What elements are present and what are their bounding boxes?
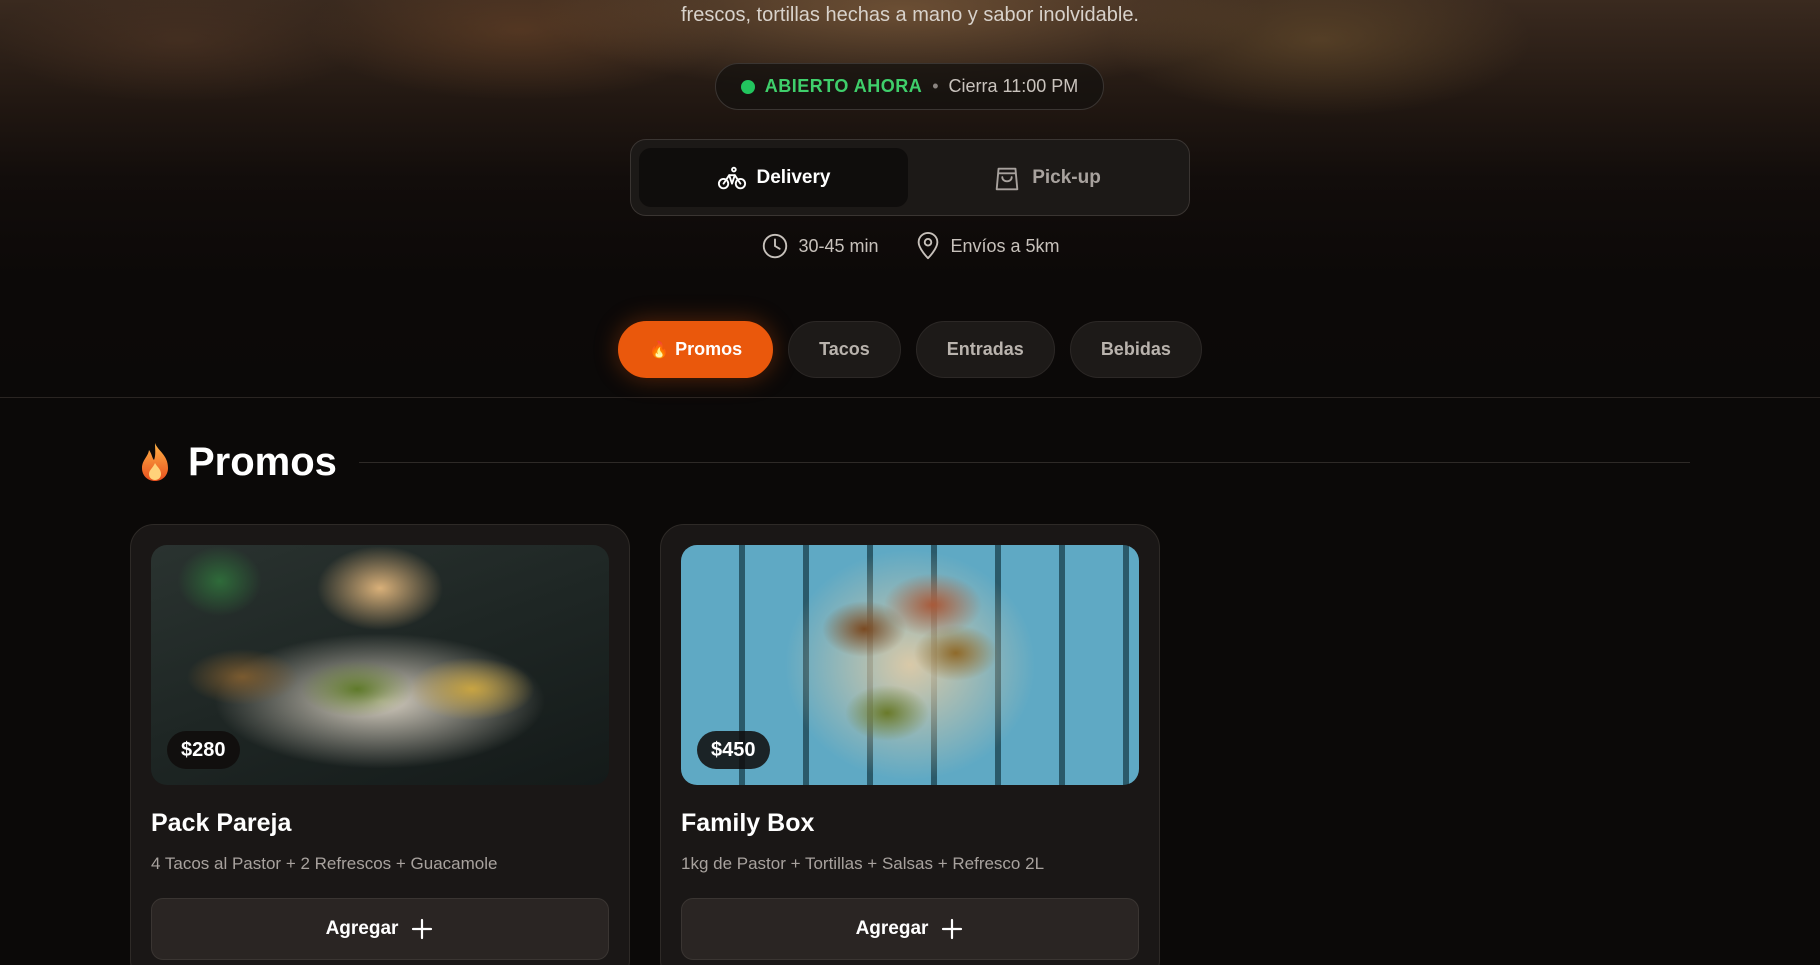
- add-to-cart-button[interactable]: Agregar: [681, 898, 1139, 960]
- status-dot-icon: [740, 79, 755, 94]
- plus-icon: [412, 918, 433, 940]
- tab-promos[interactable]: 🔥 Promos: [618, 321, 774, 378]
- delivery-mode-toggle: Delivery Pick-up: [630, 139, 1190, 216]
- shopping-bag-icon: [995, 167, 1019, 190]
- tab-entradas[interactable]: Entradas: [915, 321, 1055, 378]
- pickup-button[interactable]: Pick-up: [912, 148, 1181, 207]
- tab-bebidas[interactable]: Bebidas: [1069, 321, 1202, 378]
- tab-entradas-label: Entradas: [946, 339, 1024, 359]
- location-pin-icon: [917, 231, 938, 260]
- hero-tagline: frescos, tortillas hechas a mano y sabor…: [680, 4, 1139, 26]
- delivery-button[interactable]: Delivery: [639, 148, 908, 207]
- pickup-label: Pick-up: [1032, 166, 1101, 188]
- plus-icon: [942, 918, 963, 940]
- fire-icon: 🔥: [649, 341, 670, 359]
- add-to-cart-button[interactable]: Agregar: [151, 898, 609, 960]
- add-button-label: Agregar: [855, 918, 929, 939]
- category-tabs: 🔥 Promos Tacos Entradas Bebidas: [0, 321, 1820, 378]
- product-description: 4 Tacos al Pastor + 2 Refrescos + Guacam…: [151, 854, 498, 873]
- add-button-label: Agregar: [325, 918, 399, 939]
- fire-icon: [142, 443, 168, 481]
- section-title: Promos: [188, 439, 337, 484]
- product-name: Family Box: [681, 809, 815, 837]
- delivery-range-label: Envíos a 5km: [950, 235, 1060, 256]
- product-image: $450: [681, 545, 1139, 785]
- tab-tacos-label: Tacos: [819, 339, 870, 359]
- delivery-label: Delivery: [756, 166, 831, 188]
- section-divider: [358, 461, 1690, 463]
- delivery-info-row: 30-45 min Envíos a 5km: [0, 231, 1820, 261]
- price-badge: $450: [697, 731, 770, 769]
- closing-time-label: Cierra 11:00 PM: [948, 76, 1079, 96]
- product-description: 1kg de Pastor + Tortillas + Salsas + Ref…: [681, 854, 1045, 873]
- promos-section-header: Promos: [138, 438, 1690, 486]
- bicycle-icon: [717, 166, 746, 189]
- price-badge: $280: [167, 731, 240, 769]
- product-name: Pack Pareja: [151, 809, 292, 837]
- open-status-badge: ABIERTO AHORA • Cierra 11:00 PM: [715, 63, 1104, 110]
- clock-icon: [763, 233, 788, 259]
- delivery-range-info: Envíos a 5km: [913, 231, 1060, 261]
- status-separator: •: [932, 76, 939, 96]
- tab-bebidas-label: Bebidas: [1100, 339, 1171, 359]
- product-image: $280: [151, 545, 609, 785]
- open-status-label: ABIERTO AHORA: [764, 76, 923, 96]
- product-card: $450 Family Box 1kg de Pastor + Tortilla…: [660, 524, 1160, 965]
- delivery-time-info: 30-45 min: [760, 231, 879, 261]
- product-card: $280 Pack Pareja 4 Tacos al Pastor + 2 R…: [130, 524, 630, 965]
- tab-promos-label: Promos: [675, 339, 743, 359]
- delivery-time-label: 30-45 min: [798, 235, 879, 256]
- tab-tacos[interactable]: Tacos: [788, 321, 901, 378]
